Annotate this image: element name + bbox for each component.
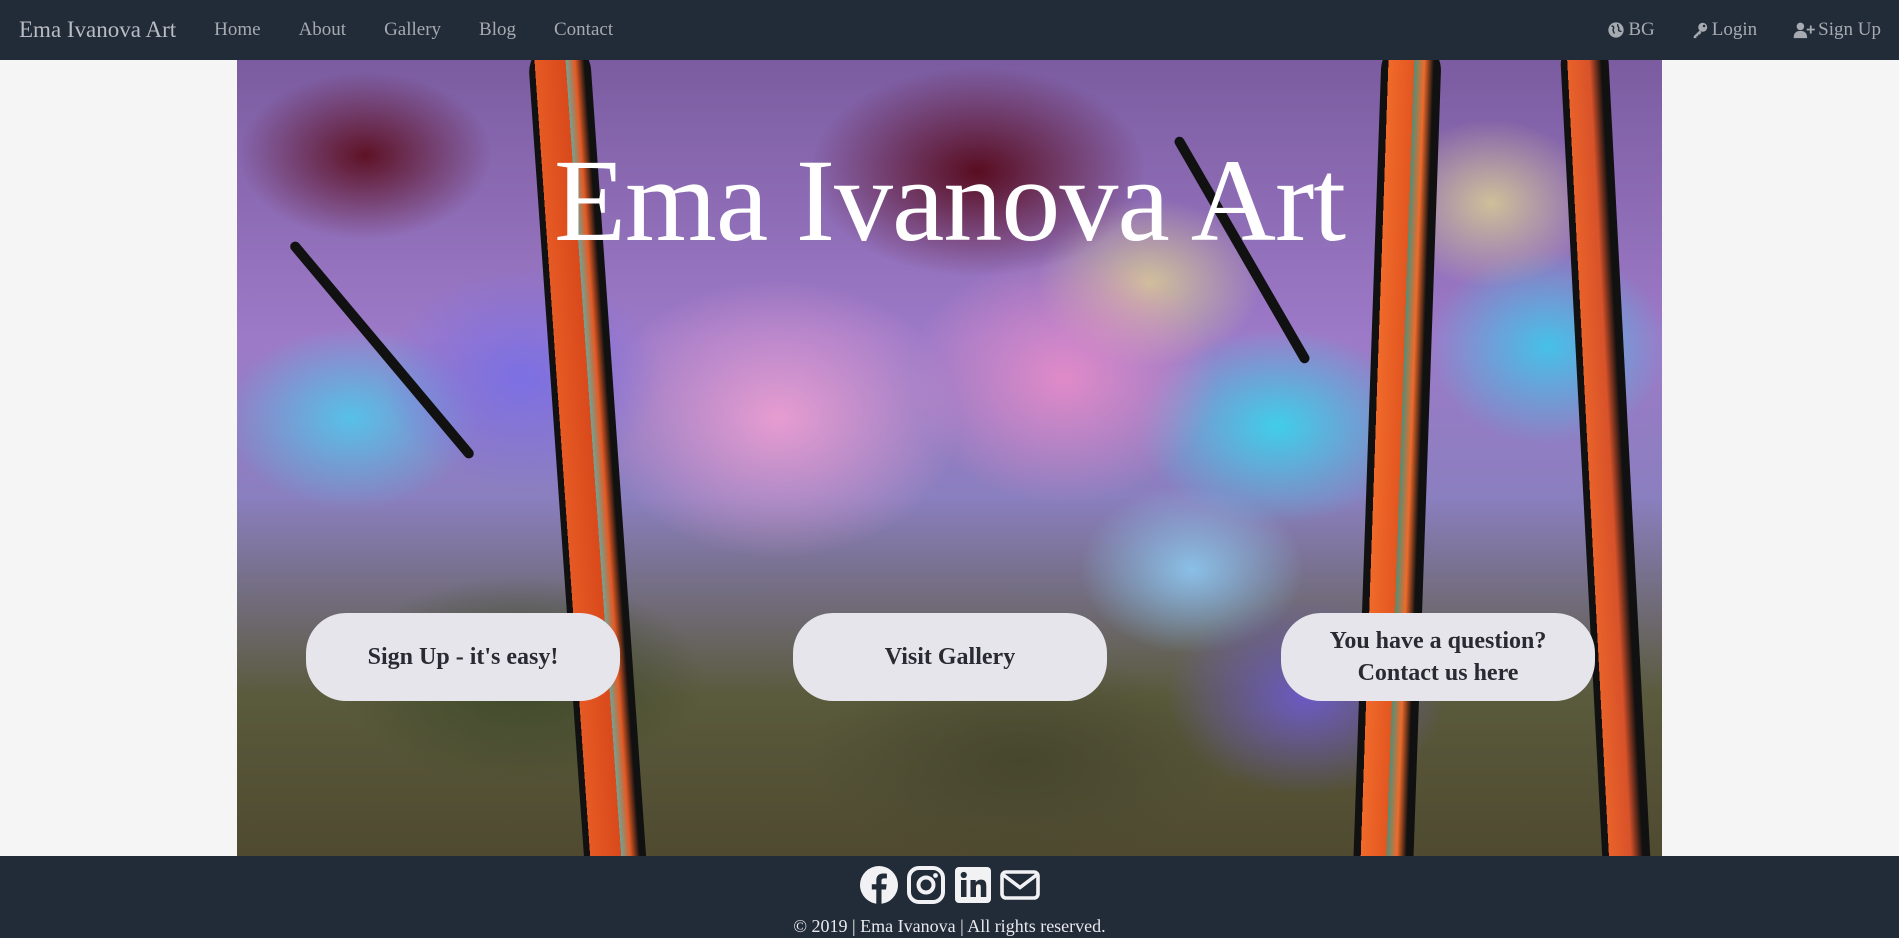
user-plus-icon	[1793, 21, 1815, 39]
nav-link-gallery[interactable]: Gallery	[365, 19, 460, 41]
signup-link[interactable]: Sign Up	[1775, 19, 1883, 41]
key-icon	[1691, 21, 1709, 39]
signup-cta-button[interactable]: Sign Up - it's easy!	[306, 613, 620, 701]
copyright-text: © 2019 | Ema Ivanova | All rights reserv…	[793, 916, 1106, 936]
login-label: Login	[1711, 19, 1758, 40]
nav-right: BG Login Sign Up	[1589, 19, 1883, 41]
nav-link-about[interactable]: About	[280, 19, 366, 41]
facebook-icon[interactable]	[858, 864, 900, 906]
language-label: BG	[1628, 19, 1655, 40]
social-links	[0, 864, 1899, 906]
nav-link-blog[interactable]: Blog	[460, 19, 535, 41]
top-navbar: Ema Ivanova Art Home About Gallery Blog …	[0, 0, 1899, 60]
contact-cta-button[interactable]: You have a question? Contact us here	[1281, 613, 1595, 701]
footer: © 2019 | Ema Ivanova | All rights reserv…	[0, 856, 1899, 938]
nav-link-home[interactable]: Home	[195, 19, 279, 41]
login-link[interactable]: Login	[1673, 19, 1775, 41]
linkedin-icon[interactable]	[952, 864, 994, 906]
globe-icon	[1607, 21, 1625, 39]
nav-links: Home About Gallery Blog Contact	[195, 19, 632, 41]
painting-branch	[288, 239, 476, 461]
brand-logo[interactable]: Ema Ivanova Art	[19, 17, 176, 43]
envelope-icon[interactable]	[999, 864, 1041, 906]
instagram-icon[interactable]	[905, 864, 947, 906]
hero-banner: Ema Ivanova Art Sign Up - it's easy! Vis…	[237, 60, 1662, 856]
visit-gallery-button[interactable]: Visit Gallery	[793, 613, 1107, 701]
nav-link-contact[interactable]: Contact	[535, 19, 632, 41]
hero-title: Ema Ivanova Art	[553, 135, 1346, 266]
language-toggle[interactable]: BG	[1589, 19, 1672, 41]
signup-label: Sign Up	[1818, 19, 1881, 40]
